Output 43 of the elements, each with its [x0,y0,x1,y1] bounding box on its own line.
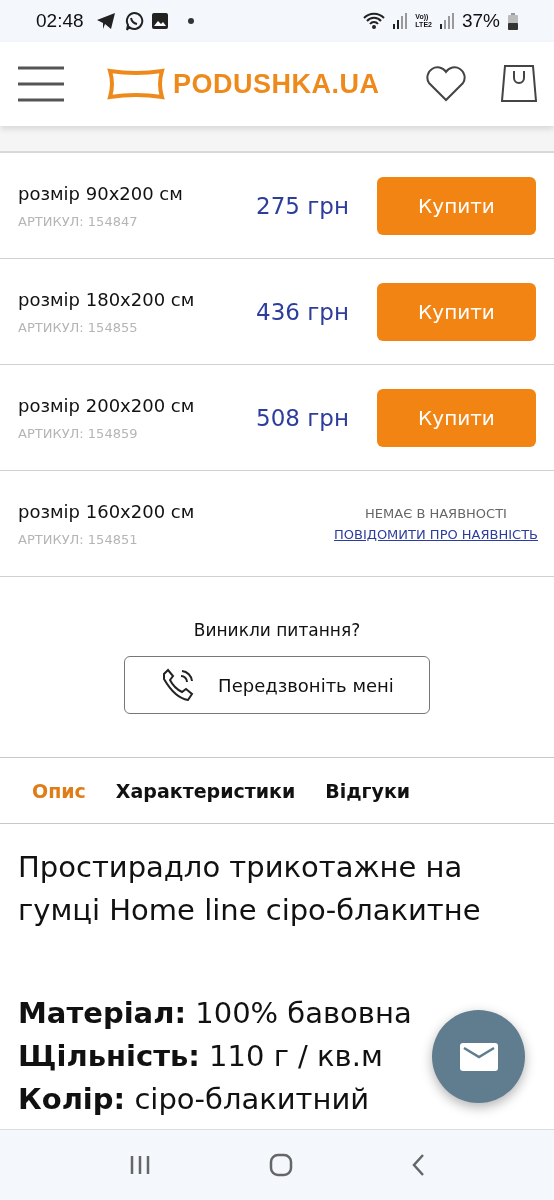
sku-label: АРТИКУЛ: 154847 [18,213,139,229]
callback-button[interactable]: Передзвоніть мені [124,656,430,714]
price: 436 грн [256,298,349,325]
back-icon[interactable] [411,1153,425,1177]
status-time: 02:48 [36,10,84,32]
size-label: розмір 160x200 см [18,500,196,522]
image-icon [151,13,168,29]
spec-line: Матеріал: 100% бавовна [18,995,412,1032]
sku-label: АРТИКУЛ: 154859 [18,425,139,441]
recent-apps-icon[interactable] [129,1155,151,1175]
availability-status: НЕМАЄ В НАЯВНОСТІ [365,505,507,521]
buy-button[interactable]: Купити [377,282,536,341]
question-text: Виникли питання? [193,620,361,640]
sku-label: АРТИКУЛ: 154851 [18,531,139,547]
envelope-icon [459,1042,498,1071]
battery-icon [508,12,518,30]
dot-icon [187,18,194,24]
phone-bubble-icon [123,11,144,31]
heart-icon[interactable] [425,66,467,102]
buy-button[interactable]: Купити [377,388,536,447]
wifi-icon [363,12,386,30]
notify-link[interactable]: ПОВІДОМИТИ ПРО НАЯВНІСТЬ [333,526,538,542]
size-label: розмір 180x200 см [18,288,196,310]
size-label: розмір 200x200 см [18,394,196,416]
home-icon[interactable] [269,1153,293,1177]
signal-icon [439,13,454,29]
buy-button[interactable]: Купити [377,176,536,235]
signal-icon [393,13,408,29]
tab[interactable]: Характеристики [115,779,296,802]
product-title: Простирадло трикотажне на гумці Home line сіро-блакитне [17,849,482,929]
price: 275 грн [256,192,349,219]
tab[interactable]: Опис [32,779,86,802]
size-label: розмір 90x200 см [18,182,184,204]
shopping-bag-icon[interactable] [501,65,537,103]
sku-label: АРТИКУЛ: 154855 [18,319,139,335]
menu-icon[interactable] [17,66,65,102]
logo-text[interactable]: PODUSHKA.UA [173,68,380,100]
spec-line: Щільність: 110 г / кв.м [18,1038,383,1075]
price: 508 грн [256,404,349,431]
pillow-icon [107,68,165,100]
spec-line: Колір: сіро-блакитний [18,1081,370,1118]
tab[interactable]: Відгуки [325,779,411,802]
battery-percent: 37% [461,10,500,32]
